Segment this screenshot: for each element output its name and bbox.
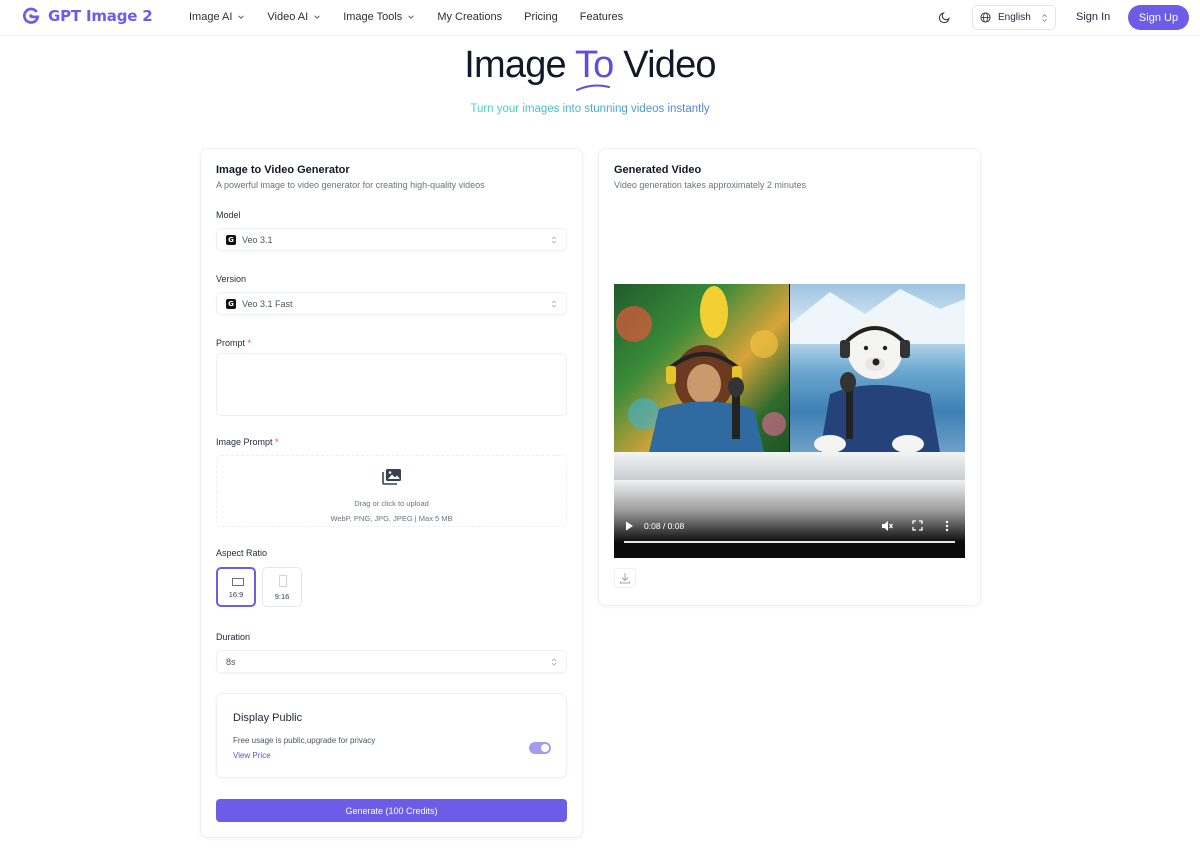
title-part: Video — [613, 44, 716, 86]
nav-menu: Image AI Video AI Image Tools My Creatio… — [189, 11, 645, 23]
prompt-label-text: Prompt — [216, 338, 246, 348]
chevron-down-icon — [314, 15, 320, 19]
nav-item-pricing[interactable]: Pricing — [524, 11, 558, 23]
page-title: Image To Video — [0, 44, 1180, 87]
title-underline-decoration — [576, 84, 610, 91]
image-prompt-label: Image Prompt * — [216, 437, 279, 447]
nav-item-image-ai[interactable]: Image AI — [189, 11, 245, 23]
sign-in-link[interactable]: Sign In — [1076, 11, 1110, 23]
download-icon — [620, 573, 630, 584]
video-time: 0:08 / 0:08 — [644, 521, 685, 531]
brand-name: GPT Image 2 — [48, 7, 153, 25]
model-label: Model — [216, 210, 241, 220]
page-subtitle-text: Turn your images into stunning videos in… — [470, 103, 710, 115]
display-public-box: Display Public Free usage is public,upgr… — [216, 693, 567, 778]
brand-logo-icon — [23, 7, 40, 24]
portrait-icon — [279, 575, 287, 587]
version-value: Veo 3.1 Fast — [242, 298, 293, 309]
image-upload-dropzone[interactable]: Drag or click to upload WebP, PNG, JPG, … — [216, 455, 567, 527]
nav-item-image-tools[interactable]: Image Tools — [343, 11, 415, 23]
view-price-link[interactable]: View Price — [233, 751, 271, 760]
toggle-knob — [541, 744, 549, 752]
version-label: Version — [216, 274, 247, 284]
prompt-textarea[interactable] — [216, 353, 567, 416]
aspect-ratio-16-9[interactable]: 16:9 — [216, 567, 256, 607]
page-subtitle: Turn your images into stunning videos in… — [0, 103, 1180, 115]
video-frame-glacier-bear — [790, 284, 965, 480]
display-public-description: Free usage is public,upgrade for privacy — [233, 736, 376, 745]
duration-value: 8s — [226, 656, 236, 667]
generator-panel: Image to Video Generator A powerful imag… — [200, 148, 583, 838]
generate-button[interactable]: Generate (100 Credits) — [216, 799, 567, 822]
video-player[interactable]: 0:08 / 0:08 — [614, 284, 965, 558]
required-mark: * — [247, 338, 252, 348]
image-prompt-label-text: Image Prompt — [216, 437, 273, 447]
language-value: English — [998, 12, 1031, 23]
chevron-updown-icon — [551, 300, 557, 308]
title-part: Image — [464, 44, 575, 86]
video-controls-overlay — [614, 480, 965, 558]
video-frame-jungle-monkey — [614, 284, 789, 480]
moon-icon[interactable] — [938, 10, 952, 24]
nav-item-label: Features — [579, 11, 624, 23]
brand-logo[interactable]: GPT Image 2 — [22, 7, 153, 25]
aspect-ratio-label: Aspect Ratio — [216, 548, 268, 558]
chevron-updown-icon — [551, 236, 557, 244]
display-public-title: Display Public — [233, 712, 303, 724]
result-title: Generated Video — [614, 164, 702, 176]
aspect-ratio-9-16[interactable]: 9:16 — [262, 567, 302, 607]
model-select[interactable]: G Veo 3.1 — [216, 228, 567, 251]
aspect-ratio-label: 9:16 — [274, 592, 290, 601]
nav-item-label: Pricing — [524, 11, 558, 23]
nav-item-label: Video AI — [267, 11, 309, 23]
nav-item-label: Image AI — [189, 11, 233, 23]
fullscreen-icon[interactable] — [912, 520, 923, 531]
language-select[interactable]: English — [972, 5, 1056, 30]
nav-item-label: My Creations — [437, 11, 503, 23]
sign-up-button[interactable]: Sign Up — [1128, 5, 1189, 30]
mute-icon[interactable] — [881, 520, 893, 532]
nav-item-label: Image Tools — [343, 11, 403, 23]
generator-title: Image to Video Generator — [216, 164, 350, 176]
generator-subtitle: A powerful image to video generator for … — [216, 180, 485, 190]
title-accent: To — [574, 44, 614, 86]
polar-bear-podcaster-illustration — [790, 289, 965, 453]
top-navbar: GPT Image 2 Image AI Video AI Image Tool… — [0, 0, 1200, 36]
nav-item-my-creations[interactable]: My Creations — [437, 11, 502, 23]
play-icon[interactable] — [625, 521, 634, 531]
video-progress-bar[interactable] — [624, 541, 955, 543]
chevron-down-icon — [238, 15, 245, 19]
result-subtitle: Video generation takes approximately 2 m… — [614, 180, 806, 190]
chevron-updown-icon — [1042, 14, 1047, 22]
download-button[interactable] — [614, 568, 636, 588]
images-icon — [382, 469, 401, 485]
duration-label: Duration — [216, 632, 251, 642]
nav-item-video-ai[interactable]: Video AI — [267, 11, 321, 23]
landscape-icon — [232, 578, 244, 586]
result-panel: Generated Video Video generation takes a… — [598, 148, 981, 606]
chevron-down-icon — [408, 15, 415, 19]
google-icon: G — [226, 298, 236, 309]
nav-item-features[interactable]: Features — [580, 11, 623, 23]
video-frame-desk — [614, 452, 965, 480]
version-select[interactable]: G Veo 3.1 Fast — [216, 292, 567, 315]
prompt-label: Prompt * — [216, 338, 251, 348]
display-public-toggle[interactable] — [529, 742, 551, 754]
more-options-icon[interactable] — [945, 520, 949, 532]
model-value: Veo 3.1 — [242, 234, 273, 245]
upload-instructions: Drag or click to upload — [354, 499, 429, 508]
monkey-podcaster-illustration — [616, 286, 786, 452]
duration-select[interactable]: 8s — [216, 650, 567, 673]
globe-icon — [980, 12, 991, 23]
aspect-ratio-label: 16:9 — [228, 590, 244, 599]
required-mark: * — [275, 437, 279, 447]
google-icon: G — [226, 234, 236, 245]
chevron-updown-icon — [551, 658, 557, 666]
upload-formats: WebP, PNG, JPG, JPEG | Max 5 MB — [330, 514, 453, 523]
